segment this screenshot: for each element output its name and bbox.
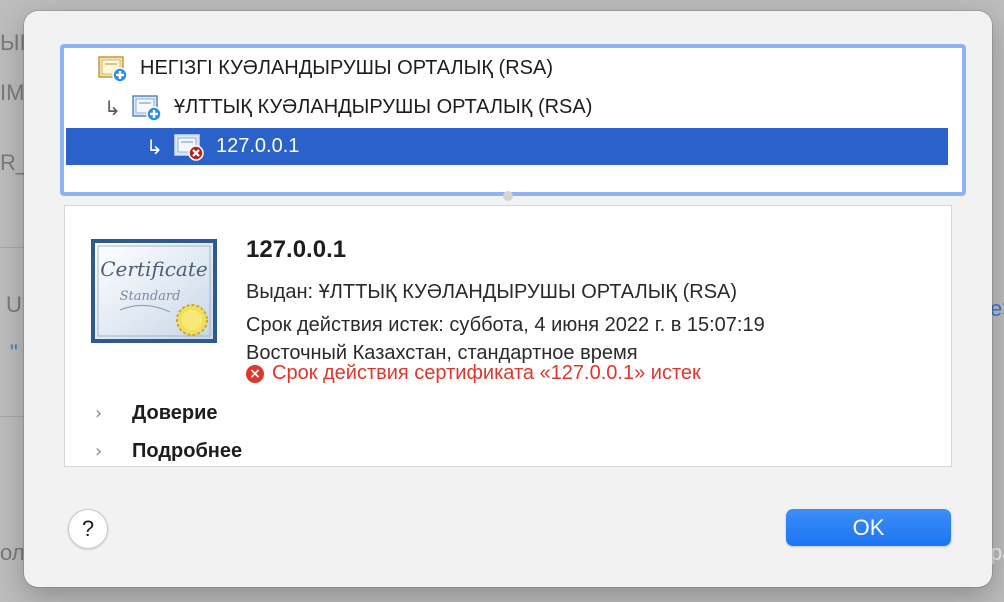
- background-fragment: ол: [0, 540, 25, 565]
- chain-item-label: 127.0.0.1: [216, 135, 300, 157]
- details-disclosure[interactable]: › Подробнее: [95, 440, 242, 463]
- certificate-chain-list[interactable]: НЕГІЗГІ КУӘЛАНДЫРУШЫ ОРТАЛЫҚ (RSA) ↳ ҰЛТ…: [60, 44, 966, 196]
- indent-arrow-icon: ↳: [146, 134, 163, 159]
- splitter-handle[interactable]: [503, 191, 513, 201]
- background-fragment: ": [10, 340, 18, 365]
- background-fragment: IM: [0, 80, 25, 105]
- certificate-icon: Certificate Standard: [90, 238, 218, 349]
- chevron-right-icon: ›: [95, 403, 103, 424]
- root-certificate-icon: [98, 55, 128, 83]
- certificate-name: 127.0.0.1: [246, 236, 347, 263]
- error-icon: ×: [246, 364, 264, 383]
- chain-item-intermediate[interactable]: ↳ ҰЛТТЫҚ КУӘЛАНДЫРУШЫ ОРТАЛЫҚ (RSA): [64, 89, 946, 126]
- certificate-details-panel: Certificate Standard 127.0.0.1 Выдан: ҰЛ…: [64, 205, 952, 467]
- background-fragment: ЫI: [0, 30, 26, 55]
- indent-arrow-icon: ↳: [104, 95, 121, 120]
- help-button[interactable]: ?: [68, 509, 108, 549]
- invalid-certificate-icon: [174, 133, 204, 161]
- certificate-dialog: НЕГІЗГІ КУӘЛАНДЫРУШЫ ОРТАЛЫҚ (RSA) ↳ ҰЛТ…: [24, 11, 992, 587]
- certificate-icon-title: Certificate: [100, 257, 207, 281]
- error-text: Срок действия сертификата «127.0.0.1» ис…: [272, 362, 701, 384]
- certificate-icon-subtitle: Standard: [120, 289, 181, 304]
- certificate-expiry: Срок действия истек: суббота, 4 июня 202…: [246, 314, 765, 336]
- chain-item-leaf[interactable]: ↳ 127.0.0.1: [66, 128, 948, 165]
- chevron-right-icon: ›: [95, 441, 103, 462]
- trust-label: Доверие: [132, 402, 218, 424]
- trust-disclosure[interactable]: › Доверие: [95, 402, 218, 425]
- details-label: Подробнее: [132, 440, 243, 462]
- background-fragment: U: [6, 292, 22, 317]
- background-divider: [0, 416, 24, 417]
- background-fragment: e>: [990, 296, 1004, 321]
- chain-item-label: ҰЛТТЫҚ КУӘЛАНДЫРУШЫ ОРТАЛЫҚ (RSA): [174, 96, 593, 118]
- background-fragment: pa: [990, 540, 1004, 565]
- chain-item-root[interactable]: НЕГІЗГІ КУӘЛАНДЫРУШЫ ОРТАЛЫҚ (RSA): [64, 50, 946, 87]
- intermediate-certificate-icon: [132, 94, 162, 122]
- certificate-error-message: × Срок действия сертификата «127.0.0.1» …: [246, 362, 701, 385]
- ok-button[interactable]: OK: [786, 509, 951, 546]
- background-divider: [0, 247, 24, 248]
- chain-item-label: НЕГІЗГІ КУӘЛАНДЫРУШЫ ОРТАЛЫҚ (RSA): [140, 57, 553, 79]
- certificate-issuer: Выдан: ҰЛТТЫҚ КУӘЛАНДЫРУШЫ ОРТАЛЫҚ (RSA): [246, 281, 738, 303]
